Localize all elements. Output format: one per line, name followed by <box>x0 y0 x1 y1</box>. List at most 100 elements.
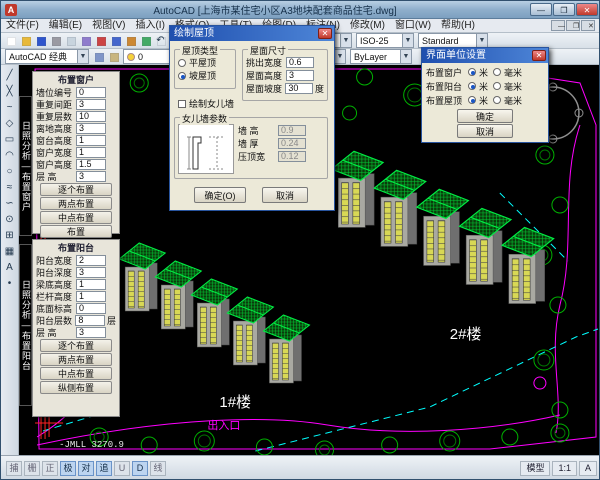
lineweight-combo[interactable]: ByLayer▼ <box>350 49 412 64</box>
roof-type-radio[interactable]: 坡屋顶 <box>178 69 232 82</box>
field-input[interactable]: 1.5 <box>76 159 106 170</box>
insert-block-icon[interactable]: ⊞ <box>2 227 18 243</box>
field-input[interactable]: 3 <box>76 327 106 338</box>
plot-preview-icon[interactable] <box>63 33 78 48</box>
ok-button[interactable]: 确定 <box>457 109 513 123</box>
menu-edit[interactable]: 编辑(E) <box>44 19 87 32</box>
millimeter-radio[interactable] <box>493 68 501 76</box>
ellipse-icon[interactable]: ⊙ <box>2 211 18 227</box>
window-place-midpoint-button[interactable]: 中点布置 <box>40 211 112 224</box>
dyn-toggle[interactable]: D <box>132 461 148 476</box>
polar-toggle[interactable]: 极 <box>60 461 76 476</box>
construction-line-icon[interactable]: ╳ <box>2 83 18 99</box>
child-minimize-button[interactable]: — <box>551 20 565 31</box>
field-input[interactable]: 1 <box>76 147 106 158</box>
spline-icon[interactable]: ∽ <box>2 195 18 211</box>
cut-icon[interactable] <box>93 33 108 48</box>
ducs-toggle[interactable]: U <box>114 461 130 476</box>
ok-button[interactable]: 确定(O) <box>194 187 246 203</box>
cancel-button[interactable]: 取消 <box>457 124 513 138</box>
meter-radio[interactable] <box>468 68 476 76</box>
title-bar[interactable]: A AutoCAD [上海市某住宅小区A3地块配套商品住宅.dwg] — ❐ ✕ <box>1 1 600 19</box>
menu-help[interactable]: 帮助(H) <box>436 19 480 32</box>
dialog-close-icon[interactable]: ✕ <box>318 28 332 39</box>
millimeter-radio[interactable] <box>493 82 501 90</box>
osnap-toggle[interactable]: 对 <box>78 461 94 476</box>
close-button[interactable]: ✕ <box>576 3 598 16</box>
lineweight-toggle[interactable]: 线 <box>150 461 166 476</box>
point-tool-icon[interactable]: • <box>2 275 18 291</box>
menu-view[interactable]: 视图(V) <box>87 19 130 32</box>
tab-place-balcony[interactable]: 日照分析—布置阳台 <box>19 244 32 406</box>
polyline-icon[interactable]: ~ <box>2 99 18 115</box>
line-tool-icon[interactable]: ╱ <box>2 67 18 83</box>
polygon-icon[interactable]: ◇ <box>2 115 18 131</box>
dialog-title-bar[interactable]: 界面单位设置 ✕ <box>422 48 548 63</box>
balcony-place-midpoint-button[interactable]: 中点布置 <box>40 367 112 380</box>
dim-style-combo[interactable]: ISO-25▼ <box>356 33 414 48</box>
field-input[interactable]: 3 <box>76 267 106 278</box>
plot-icon[interactable] <box>48 33 63 48</box>
undo-icon[interactable]: ↶ <box>153 33 168 48</box>
window-place-button[interactable]: 布置 <box>40 225 112 238</box>
balcony-place-individually-button[interactable]: 逐个布置 <box>40 339 112 352</box>
menu-window[interactable]: 窗口(W) <box>390 19 436 32</box>
window-place-individually-button[interactable]: 逐个布置 <box>40 183 112 196</box>
roof-type-radio[interactable]: 平屋顶 <box>178 56 232 69</box>
field-input[interactable]: 0.6 <box>286 57 314 68</box>
publish-icon[interactable] <box>78 33 93 48</box>
field-input[interactable]: 3 <box>76 99 106 110</box>
balcony-place-two-point-button[interactable]: 两点布置 <box>40 353 112 366</box>
ortho-toggle[interactable]: 正 <box>42 461 58 476</box>
hatch-icon[interactable]: ▦ <box>2 243 18 259</box>
layer-properties-icon[interactable] <box>91 49 106 64</box>
field-input[interactable]: 1 <box>76 279 106 290</box>
workspace-switch-button[interactable]: A <box>579 461 597 476</box>
copy-icon[interactable] <box>108 33 123 48</box>
field-input[interactable]: 0 <box>76 303 106 314</box>
meter-radio[interactable] <box>468 96 476 104</box>
grid-toggle[interactable]: 栅 <box>24 461 40 476</box>
snap-toggle[interactable]: 捕 <box>6 461 22 476</box>
revision-cloud-icon[interactable]: ≈ <box>2 179 18 195</box>
otrack-toggle[interactable]: 追 <box>96 461 112 476</box>
workspace-combo[interactable]: AutoCAD 经典▼ <box>5 49 89 64</box>
field-input[interactable]: 3 <box>76 171 106 182</box>
child-close-button[interactable]: ✕ <box>581 20 595 31</box>
multiline-text-icon[interactable]: A <box>2 259 18 275</box>
paste-icon[interactable] <box>123 33 138 48</box>
field-input[interactable]: 3 <box>286 70 314 81</box>
millimeter-radio[interactable] <box>493 96 501 104</box>
circle-icon[interactable]: ○ <box>2 163 18 179</box>
open-file-icon[interactable] <box>18 33 33 48</box>
field-input[interactable]: 10 <box>76 111 106 122</box>
arc-icon[interactable]: ◠ <box>2 147 18 163</box>
tab-place-window[interactable]: 日照分析—布置窗户 <box>19 96 32 236</box>
save-icon[interactable] <box>33 33 48 48</box>
meter-radio[interactable] <box>468 82 476 90</box>
window-place-two-point-button[interactable]: 两点布置 <box>40 197 112 210</box>
table-style-combo[interactable]: Standard▼ <box>418 33 488 48</box>
dialog-title-bar[interactable]: 绘制屋顶 ✕ <box>170 26 334 41</box>
cancel-button[interactable]: 取消 <box>262 187 308 203</box>
field-input[interactable]: 3 <box>76 123 106 134</box>
field-input[interactable]: 30 <box>285 83 313 94</box>
layer-states-icon[interactable] <box>106 49 121 64</box>
field-input[interactable]: 1 <box>76 135 106 146</box>
match-properties-icon[interactable] <box>138 33 153 48</box>
field-input[interactable]: 8 <box>75 315 105 326</box>
dialog-close-icon[interactable]: ✕ <box>532 50 546 61</box>
rectangle-icon[interactable]: ▭ <box>2 131 18 147</box>
annotation-scale-button[interactable]: 1:1 <box>552 461 577 476</box>
maximize-button[interactable]: ❐ <box>553 3 575 16</box>
draw-parapet-checkbox[interactable]: 绘制女儿墙 <box>178 97 234 110</box>
balcony-place-side-button[interactable]: 纵侧布置 <box>40 381 112 394</box>
field-input[interactable]: 0 <box>76 87 106 98</box>
menu-modify[interactable]: 修改(M) <box>345 19 390 32</box>
child-restore-button[interactable]: ❐ <box>566 20 580 31</box>
new-file-icon[interactable] <box>3 33 18 48</box>
field-input[interactable]: 1 <box>76 291 106 302</box>
minimize-button[interactable]: — <box>530 3 552 16</box>
menu-file[interactable]: 文件(F) <box>1 19 44 32</box>
field-input[interactable]: 2 <box>76 255 106 266</box>
